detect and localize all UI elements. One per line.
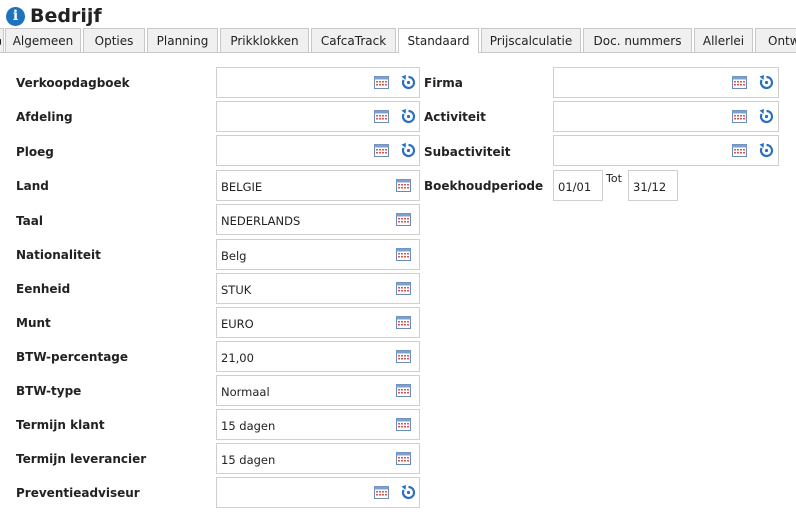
calendar-icon[interactable] xyxy=(396,418,411,431)
reset-icon[interactable] xyxy=(401,74,416,90)
btw-percentage-field[interactable]: 21,00 xyxy=(216,341,420,372)
boekhoudperiode-to-value: 31/12 xyxy=(633,180,667,194)
label-activiteit: Activiteit xyxy=(424,110,486,124)
info-icon[interactable]: i xyxy=(6,6,25,26)
calendar-icon[interactable] xyxy=(374,76,389,89)
termijn-leverancier-field[interactable]: 15 dagen xyxy=(216,443,420,474)
firma-field[interactable] xyxy=(553,67,779,98)
page-header: i Bedrijf xyxy=(6,4,102,28)
btw-percentage-value: 21,00 xyxy=(221,351,254,365)
tab-algemeen[interactable]: Algemeen xyxy=(5,28,81,52)
nationaliteit-value: Belg xyxy=(221,249,247,263)
munt-field[interactable]: EURO xyxy=(216,307,420,338)
label-preventieadviseur: Preventieadviseur xyxy=(16,486,140,500)
calendar-icon[interactable] xyxy=(732,144,747,157)
tab-scroll-left[interactable]: ◂ xyxy=(0,28,4,52)
calendar-icon[interactable] xyxy=(396,248,411,261)
page-title: Bedrijf xyxy=(30,5,102,27)
reset-icon[interactable] xyxy=(759,74,774,90)
reset-icon[interactable] xyxy=(759,108,774,124)
btw-type-field[interactable]: Normaal xyxy=(216,375,420,406)
label-land: Land xyxy=(16,179,49,193)
calendar-icon[interactable] xyxy=(396,350,411,363)
tab-cafcatrack[interactable]: CafcaTrack xyxy=(311,28,396,52)
label-eenheid: Eenheid xyxy=(16,282,71,296)
label-nationaliteit: Nationaliteit xyxy=(16,248,101,262)
label-boekhoudperiode: Boekhoudperiode xyxy=(424,179,544,193)
label-termijn-klant: Termijn klant xyxy=(16,418,105,432)
label-firma: Firma xyxy=(424,76,463,90)
calendar-icon[interactable] xyxy=(374,486,389,499)
label-taal: Taal xyxy=(16,214,43,228)
tab-prikklokken[interactable]: Prikklokken xyxy=(220,28,309,52)
tab-bar: ◂ Algemeen Opties Planning Prikklokken C… xyxy=(0,28,796,53)
nationaliteit-field[interactable]: Belg xyxy=(216,239,420,270)
boekhoudperiode-to-field[interactable]: 31/12 xyxy=(628,170,678,201)
tot-label: Tot xyxy=(606,172,622,185)
taal-value: NEDERLANDS xyxy=(221,214,301,228)
eenheid-field[interactable]: STUK xyxy=(216,273,420,304)
land-field[interactable]: BELGIE xyxy=(216,170,420,201)
calendar-icon[interactable] xyxy=(396,213,411,226)
preventieadviseur-field[interactable] xyxy=(216,477,420,508)
tab-ontw[interactable]: Ontw xyxy=(755,28,796,52)
label-btw-percentage: BTW-percentage xyxy=(16,350,129,364)
calendar-icon[interactable] xyxy=(396,179,411,192)
reset-icon[interactable] xyxy=(401,108,416,124)
reset-icon[interactable] xyxy=(401,142,416,158)
verkoopdagboek-field[interactable] xyxy=(216,67,420,98)
tab-doc-nummers[interactable]: Doc. nummers xyxy=(583,28,692,52)
ploeg-field[interactable] xyxy=(216,135,420,166)
label-ploeg: Ploeg xyxy=(16,145,54,159)
reset-icon[interactable] xyxy=(759,142,774,158)
label-termijn-leverancier: Termijn leverancier xyxy=(16,452,147,466)
afdeling-field[interactable] xyxy=(216,101,420,132)
btw-type-value: Normaal xyxy=(221,385,270,399)
termijn-klant-value: 15 dagen xyxy=(221,419,276,433)
tab-planning[interactable]: Planning xyxy=(147,28,218,52)
tab-prijscalculatie[interactable]: Prijscalculatie xyxy=(481,28,581,52)
subactiviteit-field[interactable] xyxy=(553,135,779,166)
tab-allerlei[interactable]: Allerlei xyxy=(694,28,753,52)
calendar-icon[interactable] xyxy=(396,384,411,397)
tab-standaard[interactable]: Standaard xyxy=(398,28,479,53)
activiteit-field[interactable] xyxy=(553,101,779,132)
label-munt: Munt xyxy=(16,316,51,330)
label-afdeling: Afdeling xyxy=(16,110,73,124)
calendar-icon[interactable] xyxy=(396,452,411,465)
eenheid-value: STUK xyxy=(221,283,252,297)
reset-icon[interactable] xyxy=(401,484,416,500)
calendar-icon[interactable] xyxy=(374,144,389,157)
termijn-klant-field[interactable]: 15 dagen xyxy=(216,409,420,440)
munt-value: EURO xyxy=(221,317,254,331)
tab-opties[interactable]: Opties xyxy=(83,28,145,52)
boekhoudperiode-from-value: 01/01 xyxy=(558,180,592,194)
label-btw-type: BTW-type xyxy=(16,384,82,398)
calendar-icon[interactable] xyxy=(396,282,411,295)
label-verkoopdagboek: Verkoopdagboek xyxy=(16,76,130,90)
label-subactiviteit: Subactiviteit xyxy=(424,145,511,159)
calendar-icon[interactable] xyxy=(732,110,747,123)
taal-field[interactable]: NEDERLANDS xyxy=(216,204,420,235)
boekhoudperiode-from-field[interactable]: 01/01 xyxy=(553,170,603,201)
land-value: BELGIE xyxy=(221,180,263,194)
calendar-icon[interactable] xyxy=(732,76,747,89)
termijn-leverancier-value: 15 dagen xyxy=(221,453,276,467)
calendar-icon[interactable] xyxy=(374,110,389,123)
calendar-icon[interactable] xyxy=(396,316,411,329)
